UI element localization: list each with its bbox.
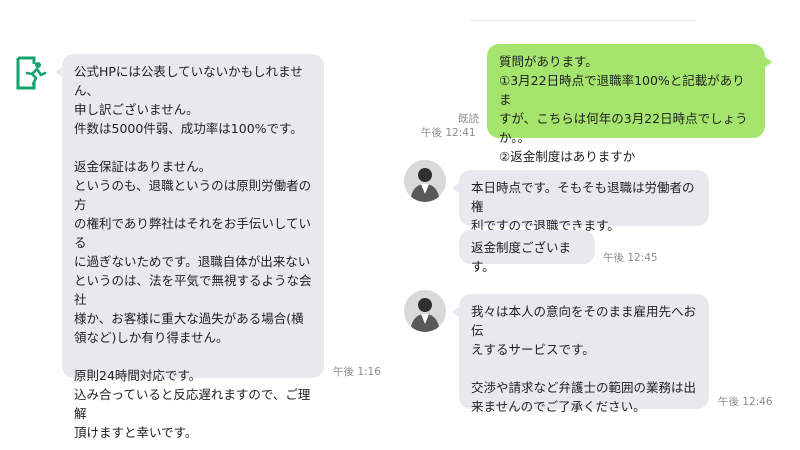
avatar[interactable] (404, 290, 446, 332)
reply-bubble-2: 返金制度ございます。 (459, 230, 595, 274)
top-divider (470, 20, 696, 21)
sent-message-bubble: 質問があります。 ①3月22日時点で退職率100%と記載がありま すが、こちらは… (487, 44, 772, 164)
message-time-left: 午後 1:16 (333, 366, 381, 378)
reply-time-3: 午後 12:46 (718, 396, 773, 408)
reply-bubble-1: 本日時点です。そもそも退職は労働者の権 利ですので退職できます。 (452, 170, 709, 233)
reply-bubble-3: 我々は本人の意向をそのまま雇用先へお伝 えするサービスです。 交渉や請求など弁護… (452, 294, 709, 414)
read-receipt: 既読 (458, 113, 479, 125)
avatar[interactable] (404, 160, 446, 202)
exit-door-icon (16, 56, 47, 90)
reply-time-2: 午後 12:45 (603, 252, 658, 264)
message-bubble-left: 公式HPには公表していないかもしれません、 申し訳ございません。 件数は5000… (55, 54, 324, 440)
sent-message-time: 午後 12:41 (421, 127, 476, 139)
